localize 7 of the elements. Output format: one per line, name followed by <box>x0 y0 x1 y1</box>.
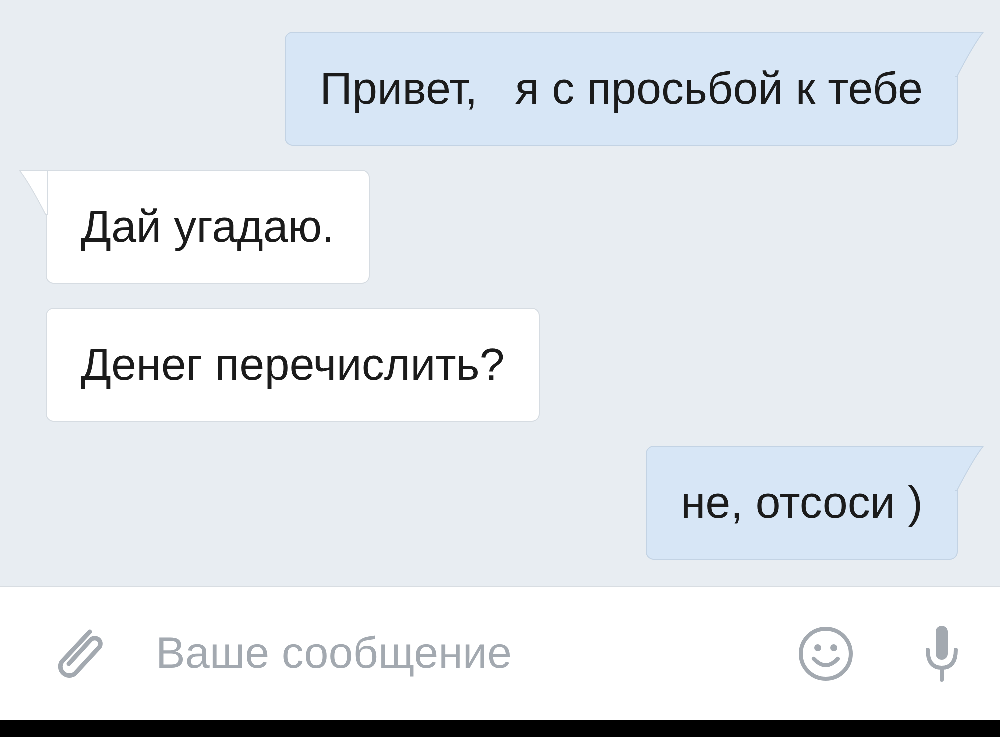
message-bubble: Привет, я с просьбой к тебе <box>285 32 958 146</box>
message-bubble: не, отсоси ) <box>646 446 958 560</box>
message-bubble: Дай угадаю. <box>46 170 370 284</box>
microphone-icon[interactable] <box>924 624 960 684</box>
smiley-icon[interactable] <box>798 626 854 682</box>
message-input[interactable]: Ваше сообщение <box>156 628 758 678</box>
message-bubble: Денег перечислить? <box>46 308 540 422</box>
